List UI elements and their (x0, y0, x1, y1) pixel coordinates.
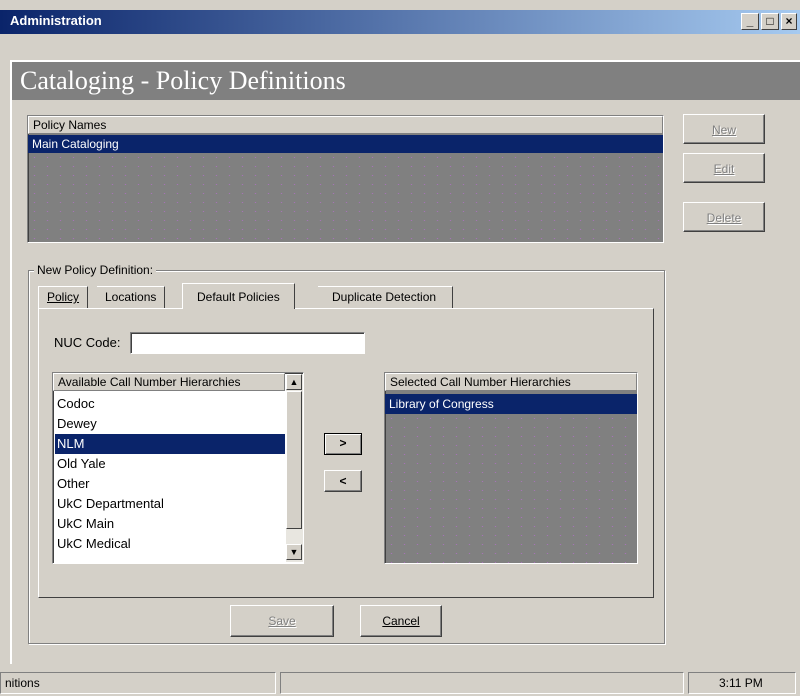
save-button-label: Save (268, 614, 296, 628)
nuc-code-input[interactable] (130, 332, 365, 354)
list-item[interactable]: NLM (55, 434, 285, 454)
available-column-header[interactable]: Available Call Number Hierarchies (53, 373, 285, 391)
list-item[interactable]: UkC Medical (55, 534, 285, 554)
list-item[interactable]: UkC Main (55, 514, 285, 534)
status-panel-middle (280, 672, 684, 694)
page-title: Cataloging - Policy Definitions (20, 66, 346, 95)
status-text: nitions (0, 672, 276, 694)
tab-locations[interactable]: Locations (97, 286, 166, 308)
status-clock: 3:11 PM (688, 672, 796, 694)
minimize-icon[interactable]: _ (741, 13, 759, 30)
status-bar: nitions 3:11 PM (0, 670, 800, 696)
delete-button-label: Delete (706, 211, 742, 225)
policy-names-list[interactable]: Policy Names Main Cataloging (27, 115, 664, 243)
tab-locations-label: Locations (105, 290, 157, 304)
list-background (385, 414, 637, 563)
selected-hierarchies-list[interactable]: Selected Call Number Hierarchies Library… (384, 372, 638, 564)
list-item[interactable]: Other (55, 474, 285, 494)
close-icon[interactable]: × (781, 13, 797, 30)
tab-policy[interactable]: Policy (38, 286, 89, 308)
vertical-scrollbar[interactable]: ▲ ▼ (286, 374, 303, 562)
delete-button[interactable]: Delete (683, 202, 765, 232)
list-item[interactable]: Library of Congress (385, 394, 637, 414)
list-item[interactable]: Old Yale (55, 454, 285, 474)
remove-button-label: < (339, 474, 347, 488)
list-item[interactable]: UkC Departmental (55, 494, 285, 514)
cancel-button-label: Cancel (382, 614, 420, 628)
maximize-icon[interactable]: □ (761, 13, 779, 30)
tab-duplicate-detection[interactable]: Duplicate Detection (318, 286, 454, 308)
list-item[interactable]: Dewey (55, 414, 285, 434)
add-button-label: > (339, 436, 347, 450)
title-bar[interactable]: Administration _ □ × (0, 10, 800, 34)
edit-button[interactable]: Edit (683, 153, 765, 183)
scroll-up-icon[interactable]: ▲ (286, 374, 302, 390)
selected-column-header[interactable]: Selected Call Number Hierarchies (385, 373, 637, 391)
group-label: New Policy Definition: (34, 263, 157, 277)
nuc-code-label: NUC Code: (54, 335, 121, 350)
available-hierarchies-list[interactable]: Available Call Number Hierarchies Codoc … (52, 372, 304, 564)
scroll-thumb[interactable] (286, 391, 302, 529)
scroll-down-icon[interactable]: ▼ (286, 544, 302, 560)
list-background (28, 153, 663, 242)
new-button[interactable]: New (683, 114, 765, 144)
add-hierarchy-button[interactable]: > (324, 433, 362, 455)
new-button-label: New (711, 123, 736, 137)
edit-button-label: Edit (713, 162, 735, 176)
window-title: Administration (10, 13, 102, 28)
tab-duplicate-detection-label: Duplicate Detection (332, 290, 437, 304)
cancel-button[interactable]: Cancel (360, 605, 442, 637)
save-button[interactable]: Save (230, 605, 334, 637)
list-item[interactable]: Codoc (55, 394, 285, 414)
remove-hierarchy-button[interactable]: < (324, 470, 362, 492)
tab-policy-label: Policy (47, 290, 80, 304)
tab-default-policies-label: Default Policies (197, 290, 280, 304)
page-header: Cataloging - Policy Definitions (12, 62, 800, 100)
tab-default-policies[interactable]: Default Policies (182, 283, 295, 309)
policy-names-column-header[interactable]: Policy Names (28, 116, 663, 134)
list-item[interactable]: Main Cataloging (28, 135, 663, 153)
